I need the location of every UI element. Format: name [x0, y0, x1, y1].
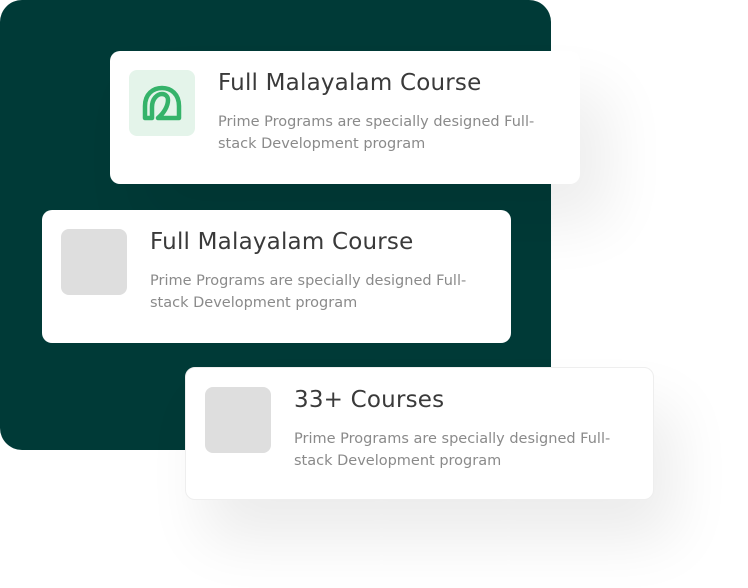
brand-logo-svg: [142, 85, 182, 121]
image-placeholder: [61, 229, 127, 295]
card-title: 33+ Courses: [294, 387, 445, 413]
course-card-33-courses[interactable]: 33+ Courses Prime Programs are specially…: [185, 367, 654, 500]
course-card-full-malayalam-top[interactable]: Full Malayalam Course Prime Programs are…: [110, 51, 580, 184]
card-title: Full Malayalam Course: [150, 229, 414, 255]
card-title: Full Malayalam Course: [218, 70, 482, 96]
card-description: Prime Programs are specially designed Fu…: [294, 431, 611, 469]
card-description: Prime Programs are specially designed Fu…: [150, 273, 467, 311]
card-description: Prime Programs are specially designed Fu…: [218, 114, 535, 152]
image-placeholder: [205, 387, 271, 453]
brand-logo-icon: [129, 70, 195, 136]
course-card-full-malayalam-middle[interactable]: Full Malayalam Course Prime Programs are…: [42, 210, 511, 343]
